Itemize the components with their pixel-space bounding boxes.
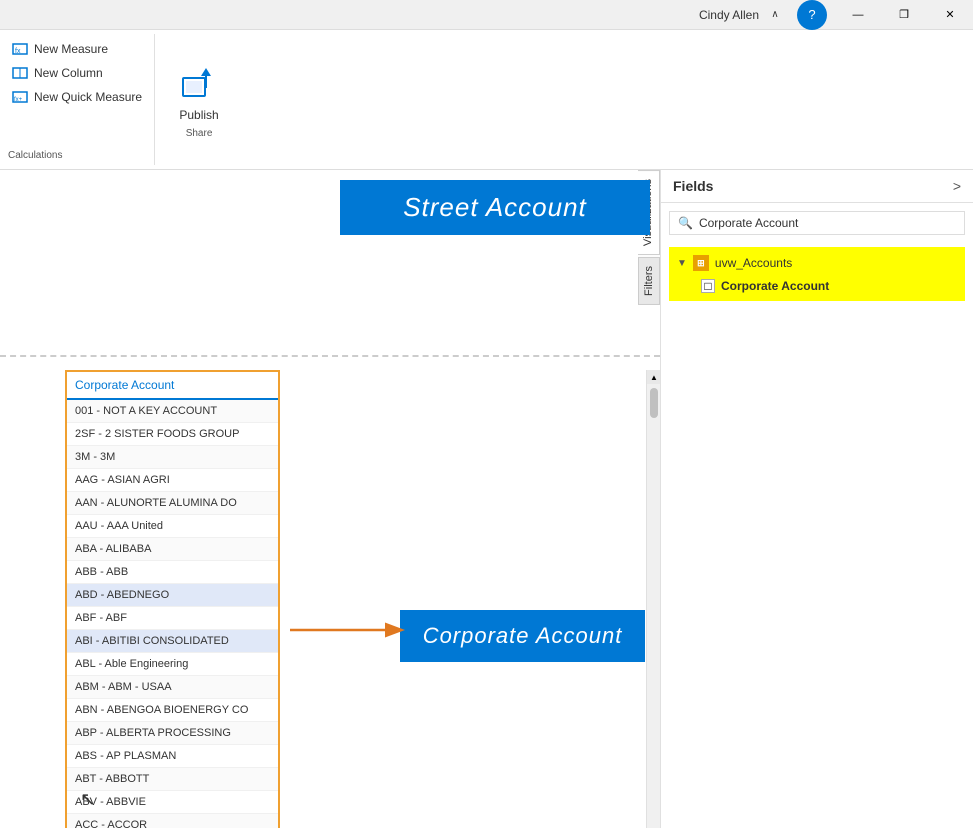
list-item[interactable]: 001 - NOT A KEY ACCOUNT bbox=[67, 400, 278, 423]
divider bbox=[0, 355, 660, 357]
slicer-panel: Corporate Account 001 - NOT A KEY ACCOUN… bbox=[65, 370, 280, 828]
title-bar: Cindy Allen ∧ ? — ❐ ✕ bbox=[0, 0, 973, 30]
search-icon: 🔍 bbox=[678, 216, 693, 230]
corporate-account-callout: Corporate Account bbox=[400, 610, 645, 662]
right-panel: Fields > 🔍 ▼ ⊞ uvw_Accounts □ Corporate … bbox=[660, 170, 973, 828]
corporate-account-title: Corporate Account bbox=[423, 623, 623, 649]
new-measure-button[interactable]: fx New Measure bbox=[8, 38, 146, 60]
publish-button[interactable]: Publish bbox=[171, 60, 227, 126]
table-label: uvw_Accounts bbox=[715, 256, 792, 270]
list-item[interactable]: ABF - ABF bbox=[67, 607, 278, 630]
user-name: Cindy Allen bbox=[699, 8, 759, 22]
list-item[interactable]: ABM - ABM - USAA bbox=[67, 676, 278, 699]
list-item[interactable]: ABA - ALIBABA bbox=[67, 538, 278, 561]
fields-search-box[interactable]: 🔍 bbox=[669, 211, 965, 235]
list-item[interactable]: ACC - ACCOR bbox=[67, 814, 278, 828]
minimize-button[interactable]: — bbox=[835, 0, 881, 30]
new-column-label: New Column bbox=[34, 66, 103, 80]
ribbon-items: fx New Measure New Column bbox=[8, 38, 146, 148]
ribbon-calculations-section: fx New Measure New Column bbox=[0, 34, 155, 165]
close-button[interactable]: ✕ bbox=[927, 0, 973, 30]
field-row[interactable]: □ Corporate Account bbox=[673, 275, 961, 297]
list-item[interactable]: ABI - ABITIBI CONSOLIDATED bbox=[67, 630, 278, 653]
list-item[interactable]: ABL - Able Engineering bbox=[67, 653, 278, 676]
scroll-thumb bbox=[650, 388, 658, 418]
new-column-icon bbox=[12, 65, 28, 81]
fields-panel-expand-icon[interactable]: > bbox=[953, 178, 961, 194]
street-account-title: Street Account bbox=[403, 192, 587, 223]
fields-search-input[interactable] bbox=[699, 216, 956, 230]
calculations-group-label: Calculations bbox=[8, 150, 62, 161]
share-group-label: Share bbox=[186, 128, 213, 139]
cursor-icon: ↖ bbox=[80, 789, 95, 810]
left-panel: Street Account Corporate Account 001 - N… bbox=[0, 170, 660, 828]
new-quick-measure-label: New Quick Measure bbox=[34, 90, 142, 104]
new-measure-icon: fx bbox=[12, 41, 28, 57]
svg-text:fx+: fx+ bbox=[14, 97, 23, 103]
table-icon: ⊞ bbox=[693, 255, 709, 271]
user-info: Cindy Allen ∧ bbox=[699, 0, 785, 30]
publish-label: Publish bbox=[179, 108, 218, 122]
tree-chevron-down-icon: ▼ bbox=[677, 258, 687, 269]
list-item[interactable]: AAG - ASIAN AGRI bbox=[67, 469, 278, 492]
list-item[interactable]: ABB - ABB bbox=[67, 561, 278, 584]
list-item[interactable]: AAN - ALUNORTE ALUMINA DO bbox=[67, 492, 278, 515]
main-area: Street Account Corporate Account 001 - N… bbox=[0, 170, 973, 828]
fields-panel-title: Fields bbox=[673, 178, 713, 194]
fields-panel-header: Fields > bbox=[661, 170, 973, 203]
slicer-list[interactable]: 001 - NOT A KEY ACCOUNT 2SF - 2 SISTER F… bbox=[67, 400, 278, 828]
ribbon: fx New Measure New Column bbox=[0, 30, 973, 170]
list-item[interactable]: ABN - ABENGOA BIOENERGY CO bbox=[67, 699, 278, 722]
user-chevron-icon[interactable]: ∧ bbox=[765, 0, 785, 30]
table-item[interactable]: ▼ ⊞ uvw_Accounts bbox=[673, 251, 961, 275]
list-item[interactable]: ABS - AP PLASMAN bbox=[67, 745, 278, 768]
list-item[interactable]: ABV - ABBVIE bbox=[67, 791, 278, 814]
table-row[interactable]: ▼ ⊞ uvw_Accounts □ Corporate Account bbox=[669, 247, 965, 301]
list-item[interactable]: ABP - ALBERTA PROCESSING bbox=[67, 722, 278, 745]
field-checkbox-icon: □ bbox=[701, 279, 715, 293]
list-item[interactable]: ABT - ABBOTT bbox=[67, 768, 278, 791]
fields-tree: ▼ ⊞ uvw_Accounts □ Corporate Account bbox=[661, 243, 973, 305]
filters-tab[interactable]: Filters bbox=[638, 257, 660, 305]
street-account-banner: Street Account bbox=[340, 180, 650, 235]
ribbon-share-section: Publish Share bbox=[155, 34, 243, 165]
publish-icon bbox=[179, 64, 219, 104]
list-item[interactable]: AAU - AAA United bbox=[67, 515, 278, 538]
field-label: Corporate Account bbox=[721, 279, 829, 293]
new-quick-measure-icon: fx+ bbox=[12, 89, 28, 105]
new-quick-measure-button[interactable]: fx+ New Quick Measure bbox=[8, 86, 146, 108]
scroll-up-button[interactable]: ▲ bbox=[647, 370, 660, 384]
list-item[interactable]: ABD - ABEDNEGO bbox=[67, 584, 278, 607]
list-item[interactable]: 2SF - 2 SISTER FOODS GROUP bbox=[67, 423, 278, 446]
list-item[interactable]: 3M - 3M bbox=[67, 446, 278, 469]
maximize-button[interactable]: ❐ bbox=[881, 0, 927, 30]
slicer-header: Corporate Account bbox=[67, 372, 278, 400]
svg-text:fx: fx bbox=[15, 48, 21, 55]
arrow-annotation bbox=[280, 600, 410, 660]
help-button[interactable]: ? bbox=[797, 0, 827, 30]
slicer-scrollbar[interactable]: ▲ ▼ bbox=[646, 370, 660, 828]
new-measure-label: New Measure bbox=[34, 42, 108, 56]
new-column-button[interactable]: New Column bbox=[8, 62, 146, 84]
